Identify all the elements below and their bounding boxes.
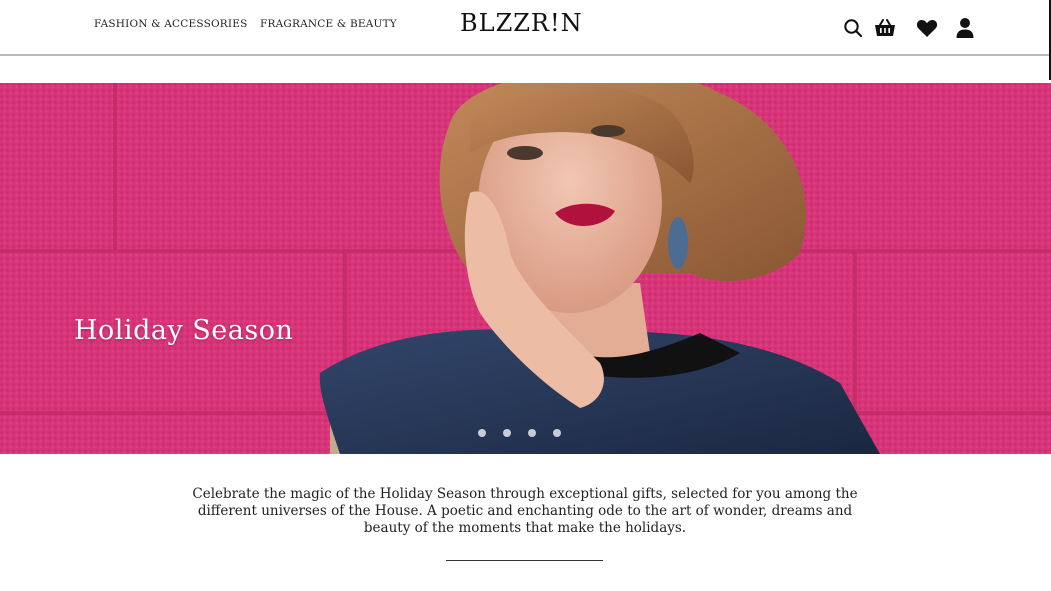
search-icon[interactable] [842, 17, 864, 39]
section-divider [446, 560, 603, 561]
nav-fragrance-beauty[interactable]: FRAGRANCE & BEAUTY [260, 18, 397, 30]
hero-banner: Holiday Season [0, 83, 1051, 454]
carousel-dot-1[interactable] [478, 429, 486, 437]
carousel-dot-3[interactable] [528, 429, 536, 437]
site-header: FASHION & ACCESSORIES FRAGRANCE & BEAUTY… [0, 0, 1051, 56]
hero-image [0, 83, 1051, 454]
carousel-dots [478, 429, 561, 437]
hero-title: Holiday Season [74, 315, 294, 346]
nav-fashion-accessories[interactable]: FASHION & ACCESSORIES [94, 18, 248, 30]
heart-icon[interactable] [916, 17, 938, 39]
carousel-dot-4[interactable] [553, 429, 561, 437]
holiday-description: Celebrate the magic of the Holiday Seaso… [192, 486, 858, 536]
basket-icon[interactable] [874, 17, 896, 39]
user-icon[interactable] [954, 17, 976, 39]
carousel-dot-2[interactable] [503, 429, 511, 437]
brand-logo[interactable]: BLZZR!N [460, 9, 583, 37]
